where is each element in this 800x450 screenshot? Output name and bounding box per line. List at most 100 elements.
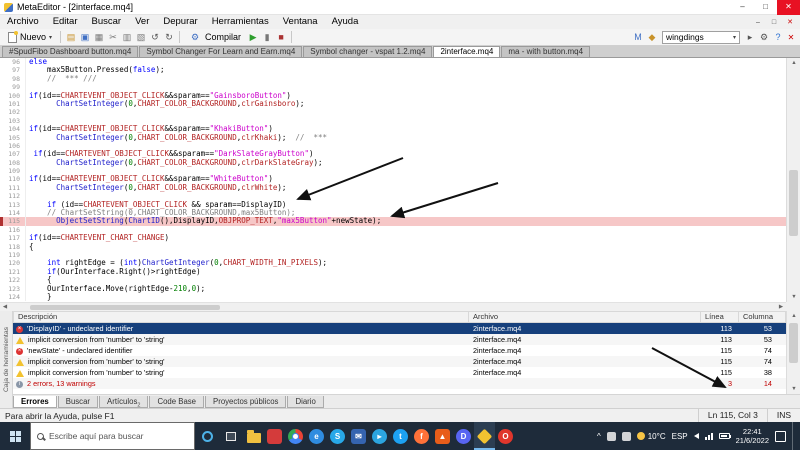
help-icon[interactable]: ? — [771, 30, 785, 44]
compile-button[interactable]: ⚙ Compilar — [183, 29, 246, 45]
error-icon: × — [16, 348, 23, 355]
errors-column-linea[interactable]: Línea — [701, 312, 739, 322]
taskbar-file-explorer-icon[interactable] — [243, 422, 264, 450]
errors-column-archivo[interactable]: Archivo — [469, 312, 701, 322]
scroll-left-icon[interactable]: ◀ — [0, 304, 10, 310]
taskbar-twitter-icon[interactable]: t — [390, 422, 411, 450]
taskbar-metaeditor-icon[interactable] — [474, 422, 495, 450]
menu-item-editar[interactable]: Editar — [46, 15, 85, 29]
mdi-close-button[interactable]: ✕ — [782, 16, 798, 29]
toolbar-search-combo[interactable]: wingdings ▾ — [662, 30, 740, 44]
error-row[interactable]: × 'DisplayID' - undeclared identifier 2int… — [13, 323, 786, 334]
taskbar-search-input[interactable]: Escribe aquí para buscar — [30, 422, 195, 450]
editor-vertical-scrollbar[interactable]: ▲ ▼ — [786, 58, 800, 302]
error-row[interactable]: implicit conversion from 'number' to 'st… — [13, 356, 786, 367]
undo-icon[interactable]: ↺ — [148, 30, 162, 44]
pause-icon[interactable]: ▮ — [260, 30, 274, 44]
panel-tab-diario[interactable]: Diario — [287, 396, 324, 408]
action-center-icon[interactable] — [775, 430, 786, 442]
start-button[interactable] — [0, 422, 30, 450]
error-row[interactable]: × 'newState' - undeclared identifier 2inte… — [13, 345, 786, 356]
stop-icon[interactable]: ■ — [274, 30, 288, 44]
battery-icon[interactable] — [718, 433, 732, 439]
show-desktop-button[interactable] — [792, 422, 795, 450]
tray-expand-icon[interactable]: ^ — [597, 432, 601, 441]
panel-tab-proyectos-publicos[interactable]: Proyectos públicos — [205, 396, 287, 408]
restore-button[interactable]: □ — [754, 0, 777, 15]
panel-tab-buscar[interactable]: Buscar — [57, 396, 99, 408]
file-tab-spudfibo-dashboard-button-mq4[interactable]: #SpudFibo Dashboard button.mq4 — [2, 46, 139, 57]
toolbox-tab[interactable]: Caja de herramientas — [0, 311, 13, 408]
panel-tab-errores[interactable]: Errores — [13, 396, 57, 408]
vertical-scroll-thumb[interactable] — [789, 170, 798, 236]
new-button[interactable]: Nuevo ▾ — [3, 30, 57, 44]
errors-column-descripcion[interactable]: Descripción — [14, 312, 469, 322]
file-tab-symbol-changer-for-learn-and-earn-mq4[interactable]: Symbol Changer For Learn and Earn.mq4 — [139, 46, 303, 57]
menu-item-depurar[interactable]: Depurar — [156, 15, 204, 29]
error-row[interactable]: implicit conversion from 'number' to 'st… — [13, 367, 786, 378]
error-row[interactable]: implicit conversion from 'number' to 'st… — [13, 334, 786, 345]
menu-item-ventana[interactable]: Ventana — [276, 15, 325, 29]
errors-column-columna[interactable]: Columna — [739, 312, 785, 322]
scroll-down-icon[interactable]: ▼ — [787, 292, 800, 302]
weather-widget[interactable]: 10°C — [636, 432, 666, 441]
taskbar-chrome-icon[interactable] — [285, 422, 306, 450]
taskbar-discord-icon[interactable]: D — [453, 422, 474, 450]
language-indicator[interactable]: ESP — [672, 432, 688, 441]
errors-scrollbar[interactable]: ▲ ▼ — [786, 311, 800, 394]
redo-icon[interactable]: ↻ — [162, 30, 176, 44]
tray-app-icon[interactable] — [621, 431, 631, 441]
search-next-icon[interactable]: ▸ — [743, 30, 757, 44]
file-tab-2interface-mq4[interactable]: 2interface.mq4 — [433, 46, 501, 57]
minimize-button[interactable]: – — [731, 0, 754, 15]
taskbar-opera-icon[interactable]: O — [495, 422, 516, 450]
menu-item-herramientas[interactable]: Herramientas — [205, 15, 276, 29]
copy-icon[interactable]: ▥ — [120, 30, 134, 44]
menu-item-ayuda[interactable]: Ayuda — [325, 15, 366, 29]
taskbar-firefox-icon[interactable]: f — [411, 422, 432, 450]
mdi-restore-button[interactable]: □ — [766, 16, 782, 29]
cortana-button[interactable] — [195, 422, 219, 450]
editor-horizontal-scrollbar[interactable]: ◀ ▶ — [0, 302, 786, 311]
scroll-up-icon[interactable]: ▲ — [787, 58, 800, 68]
taskbar-telegram-icon[interactable]: ▸ — [369, 422, 390, 450]
error-row[interactable]: i 2 errors, 13 warnings 3 14 — [13, 378, 786, 389]
taskbar-skype-icon[interactable]: S — [327, 422, 348, 450]
menu-item-buscar[interactable]: Buscar — [85, 15, 129, 29]
mdi-minimize-button[interactable]: – — [750, 16, 766, 29]
code-text: } — [29, 291, 52, 301]
close-button[interactable]: ✕ — [777, 0, 800, 15]
error-column: 53 — [763, 335, 772, 344]
save-icon[interactable]: ▣ — [78, 30, 92, 44]
scroll-up-icon[interactable]: ▲ — [787, 311, 800, 321]
menu-item-archivo[interactable]: Archivo — [0, 15, 46, 29]
errors-scroll-thumb[interactable] — [789, 323, 798, 363]
taskbar-edge-icon[interactable]: e — [306, 422, 327, 450]
taskbar-mail-icon[interactable]: ✉ — [348, 422, 369, 450]
taskbar-clock[interactable]: 22:41 21/6/2022 — [736, 427, 769, 445]
start-debug-icon[interactable]: ▶ — [246, 30, 260, 44]
horizontal-scroll-thumb[interactable] — [30, 305, 220, 310]
panel-tab-articulos[interactable]: Artículos2 — [99, 396, 149, 409]
print-icon[interactable]: ▦ — [92, 30, 106, 44]
paste-icon[interactable]: ▧ — [134, 30, 148, 44]
task-view-button[interactable] — [219, 422, 243, 450]
file-tab-ma-with-button-mq4[interactable]: ma - with button.mq4 — [501, 46, 591, 57]
cut-icon[interactable]: ✂ — [106, 30, 120, 44]
terminal-icon[interactable]: ◆ — [645, 30, 659, 44]
panel-tab-code-base[interactable]: Code Base — [149, 396, 205, 408]
menu-item-ver[interactable]: Ver — [128, 15, 156, 29]
settings-icon[interactable]: ⚙ — [757, 30, 771, 44]
taskbar-app-red-icon[interactable] — [264, 422, 285, 450]
code-editor[interactable]: 96 else 97 max5Button.Pressed(false); 98 //… — [0, 58, 786, 302]
mql5-community-icon[interactable]: M — [631, 30, 645, 44]
scroll-down-icon[interactable]: ▼ — [787, 384, 800, 394]
toolbar-close-icon[interactable]: ✕ — [785, 33, 797, 42]
network-icon[interactable] — [704, 432, 713, 440]
file-tab-symbol-changer-vspat-1-2-mq4[interactable]: Symbol changer - vspat 1.2.mq4 — [303, 46, 433, 57]
volume-icon[interactable] — [693, 433, 699, 439]
open-file-icon[interactable]: ▤ — [64, 30, 78, 44]
tray-app-icon[interactable] — [606, 431, 616, 441]
taskbar-vlc-icon[interactable]: ▲ — [432, 422, 453, 450]
scroll-right-icon[interactable]: ▶ — [776, 304, 786, 310]
